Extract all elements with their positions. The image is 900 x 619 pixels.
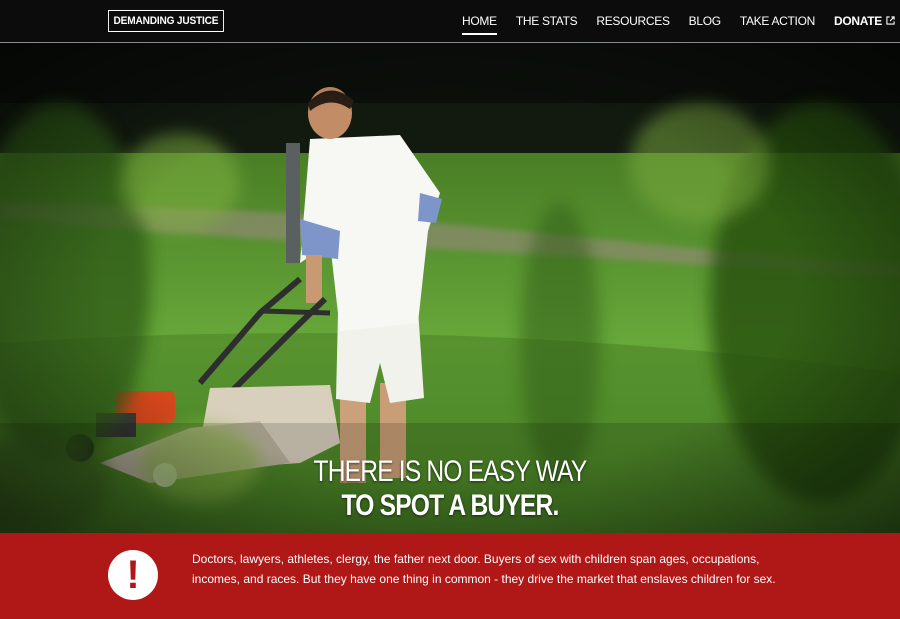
nav-home[interactable]: HOME bbox=[462, 14, 497, 35]
exclamation-icon: ! bbox=[108, 550, 158, 600]
site-header: DEMANDING JUSTICE HOME THE STATS RESOURC… bbox=[0, 0, 900, 43]
hero-headline-line1: THERE IS NO EASY WAY bbox=[313, 455, 588, 488]
hero-headline-line2: TO SPOT A BUYER. bbox=[341, 489, 560, 522]
nav-donate-label: DONATE bbox=[834, 13, 882, 28]
nav-the-stats[interactable]: THE STATS bbox=[516, 14, 578, 28]
hero-banner: THERE IS NO EASY WAY TO SPOT A BUYER. bbox=[0, 43, 900, 533]
exclamation-glyph: ! bbox=[126, 553, 140, 597]
alert-text: Doctors, lawyers, athletes, clergy, the … bbox=[192, 552, 776, 586]
alert-banner: ! Doctors, lawyers, athletes, clergy, th… bbox=[0, 533, 900, 619]
main-nav: HOME THE STATS RESOURCES BLOG TAKE ACTIO… bbox=[462, 0, 895, 42]
nav-resources[interactable]: RESOURCES bbox=[596, 14, 670, 28]
nav-blog[interactable]: BLOG bbox=[689, 14, 721, 28]
nav-take-action[interactable]: TAKE ACTION bbox=[740, 14, 815, 28]
nav-donate[interactable]: DONATE bbox=[834, 14, 895, 29]
site-logo[interactable]: DEMANDING JUSTICE bbox=[108, 10, 224, 32]
external-link-icon bbox=[886, 14, 895, 28]
